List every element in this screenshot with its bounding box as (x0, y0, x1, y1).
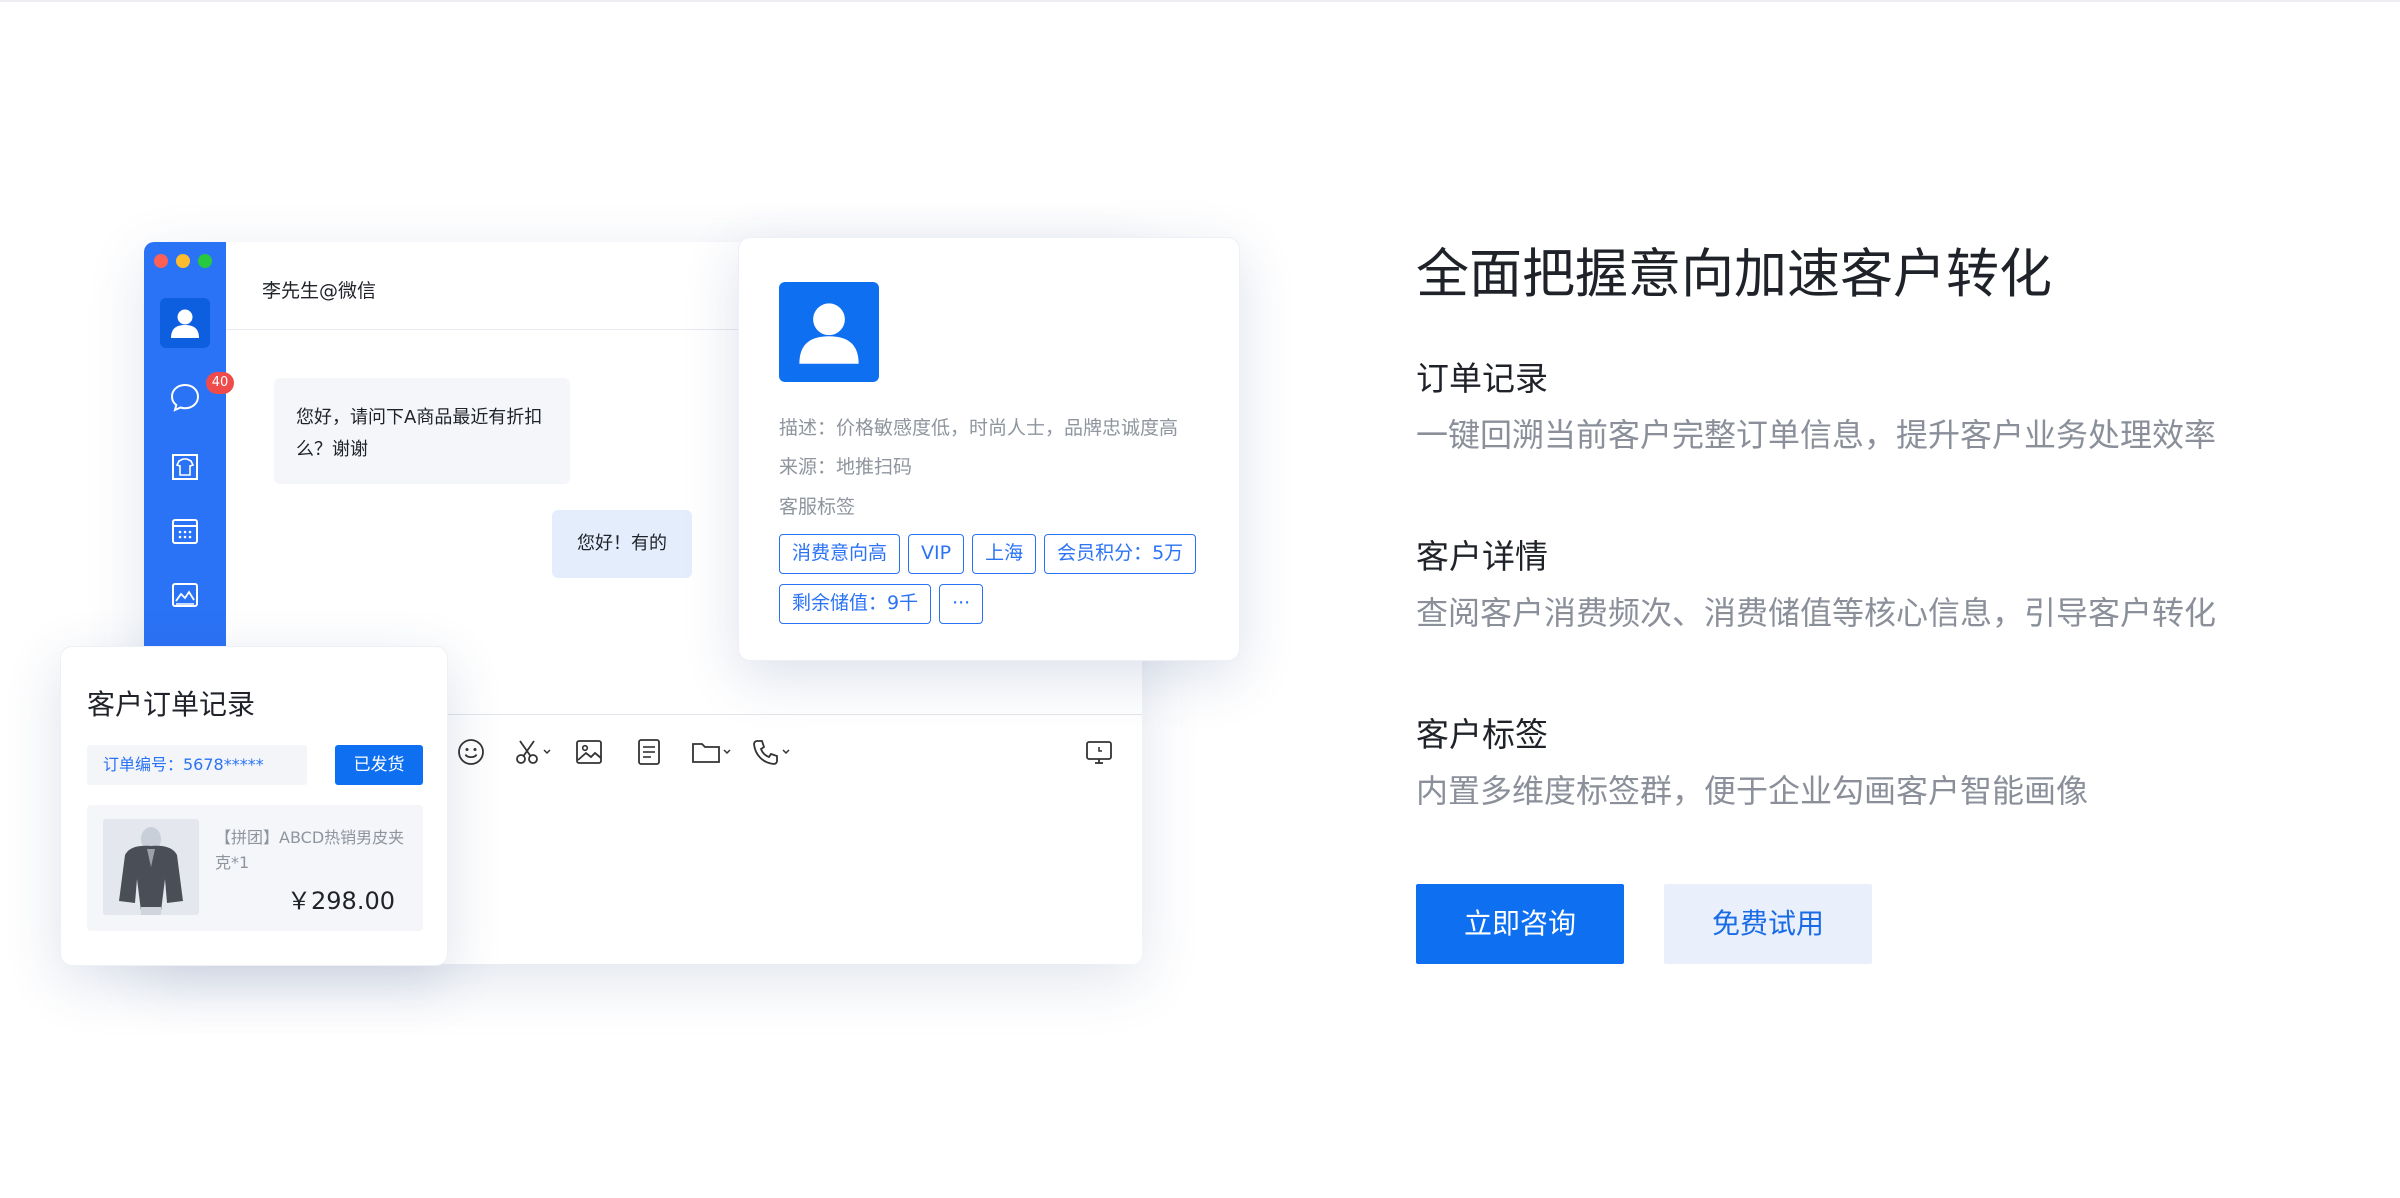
shirt-icon[interactable] (168, 450, 202, 484)
feature-desc-orders: 一键回溯当前客户完整订单信息，提升客户业务处理效率 (1416, 416, 2217, 454)
order-card-title: 客户订单记录 (87, 688, 256, 721)
avatar (779, 282, 879, 382)
order-record-card: 客户订单记录 订单编号：5678***** 已发货 【拼团】ABCD热销男皮夹克… (60, 646, 448, 966)
feature-title-orders: 订单记录 (1416, 359, 1548, 398)
tag-item[interactable]: 会员积分：5万 (1044, 534, 1197, 574)
order-item[interactable]: 【拼团】ABCD热销男皮夹克*1 ￥298.00 (87, 805, 423, 931)
more-tags-button[interactable]: ··· (939, 584, 984, 624)
order-number: 订单编号：5678***** (87, 745, 307, 785)
service-tags-label: 客服标签 (779, 496, 856, 518)
customer-profile-card: 描述：价格敏感度低，时尚人士，品牌忠诚度高 来源：地推扫码 客服标签 消费意向高… (738, 237, 1240, 661)
picture-icon[interactable] (574, 735, 604, 769)
product-image (103, 819, 199, 915)
folder-icon[interactable] (690, 735, 734, 769)
customer-description: 描述：价格敏感度低，时尚人士，品牌忠诚度高 (779, 417, 1179, 439)
section-heading: 全面把握意向加速客户转化 (1416, 244, 2052, 305)
free-trial-button[interactable]: 免费试用 (1664, 884, 1872, 964)
product-name: 【拼团】ABCD热销男皮夹克*1 (215, 828, 405, 872)
close-dot[interactable] (154, 254, 168, 268)
customer-source: 来源：地推扫码 (779, 456, 913, 478)
tag-item[interactable]: 消费意向高 (779, 534, 901, 574)
tag-item[interactable]: VIP (908, 534, 965, 574)
calendar-icon[interactable] (168, 514, 202, 548)
image-icon[interactable] (168, 578, 202, 612)
consult-button[interactable]: 立即咨询 (1416, 884, 1624, 964)
contact-title: 李先生@微信 (262, 280, 377, 302)
outgoing-message: 您好！有的 (552, 510, 692, 578)
scissors-icon[interactable] (514, 735, 554, 769)
product-price: ￥298.00 (287, 887, 395, 915)
chat-icon[interactable]: 40 (168, 372, 234, 414)
feature-desc-details: 查阅客户消费频次、消费储值等核心信息，引导客户转化 (1416, 594, 2217, 632)
emoji-icon[interactable] (456, 735, 486, 769)
tag-item[interactable]: 上海 (972, 534, 1037, 574)
minimize-dot[interactable] (176, 254, 190, 268)
feature-title-tags: 客户标签 (1416, 715, 1548, 754)
document-icon[interactable] (634, 735, 664, 769)
shipped-button[interactable]: 已发货 (335, 745, 423, 785)
tag-item[interactable]: 剩余储值：9千 (779, 584, 932, 624)
user-icon[interactable] (160, 298, 210, 348)
feature-desc-tags: 内置多维度标签群，便于企业勾画客户智能画像 (1416, 772, 2089, 810)
feature-title-details: 客户详情 (1416, 537, 1548, 576)
tag-list: 消费意向高 VIP 上海 会员积分：5万 剩余储值：9千 ··· (779, 534, 1219, 624)
unread-badge: 40 (206, 372, 234, 394)
phone-icon[interactable] (750, 735, 794, 769)
screen-icon[interactable] (1084, 735, 1114, 769)
maximize-dot[interactable] (198, 254, 212, 268)
incoming-message: 您好，请问下A商品最近有折扣么？谢谢 (274, 378, 570, 484)
top-divider (0, 0, 2400, 2)
